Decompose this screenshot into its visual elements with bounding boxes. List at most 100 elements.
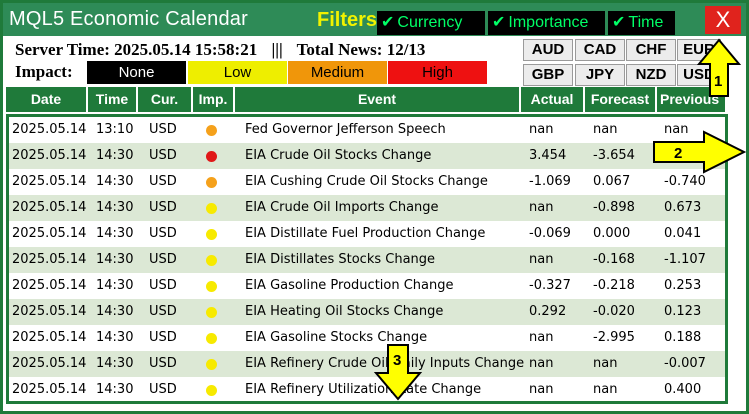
importance-dot-icon: [206, 229, 217, 240]
table-row[interactable]: 2025.05.14 14:30 USD EIA Crude Oil Imports …: [9, 195, 725, 221]
cell-currency: USD: [149, 148, 177, 163]
cell-actual: nan: [529, 330, 554, 345]
table-row[interactable]: 2025.05.14 14:30 USD EIA Refinery Crude Oil…: [9, 351, 725, 377]
cell-forecast: nan: [593, 382, 618, 397]
filter-importance-toggle[interactable]: ✔ Importance: [488, 11, 605, 35]
cell-previous: 0.041: [664, 226, 702, 241]
cell-forecast: nan: [593, 356, 618, 371]
cell-forecast: -0.218: [593, 278, 635, 293]
cell-forecast: nan: [593, 122, 618, 137]
column-header-date[interactable]: Date: [6, 87, 88, 112]
panel-title: MQL5 Economic Calendar: [9, 8, 248, 30]
column-header-actual[interactable]: Actual: [521, 87, 585, 112]
cell-actual: nan: [529, 382, 554, 397]
cell-previous: 0.188: [664, 330, 702, 345]
annotation-number-3: 3: [393, 352, 401, 369]
cell-actual: nan: [529, 200, 554, 215]
cell-date: 2025.05.14: [12, 382, 87, 397]
cell-actual: -0.327: [529, 278, 571, 293]
impact-label: Impact:: [15, 62, 73, 81]
table-row[interactable]: 2025.05.14 14:30 USD EIA Refinery Utilizati…: [9, 377, 725, 401]
close-button[interactable]: X: [705, 6, 741, 34]
cell-forecast: -0.898: [593, 200, 635, 215]
cell-currency: USD: [149, 330, 177, 345]
importance-dot-icon: [206, 203, 217, 214]
cell-currency: USD: [149, 382, 177, 397]
importance-dot-icon: [206, 307, 217, 318]
info-separator: |||: [271, 40, 283, 59]
importance-dot-icon: [206, 125, 217, 136]
cell-event: EIA Crude Oil Stocks Change: [245, 148, 432, 163]
cell-currency: USD: [149, 356, 177, 371]
importance-dot-icon: [206, 255, 217, 266]
annotation-number-2: 2: [674, 145, 682, 162]
cell-currency: USD: [149, 252, 177, 267]
table-row[interactable]: 2025.05.14 14:30 USD EIA Distillate Fuel Pr…: [9, 221, 725, 247]
cell-actual: -0.069: [529, 226, 571, 241]
filter-time-toggle[interactable]: ✔ Time: [608, 11, 675, 35]
cell-time: 13:10: [96, 122, 134, 137]
column-header-event[interactable]: Event: [235, 87, 521, 112]
cell-forecast: -0.020: [593, 304, 635, 319]
importance-dot-icon: [206, 333, 217, 344]
cell-time: 14:30: [96, 174, 134, 189]
filter-time-label: Time: [628, 14, 664, 31]
importance-dot-icon: [206, 151, 217, 162]
annotation-arrow-1: 1: [696, 38, 742, 97]
table-row[interactable]: 2025.05.14 14:30 USD EIA Cushing Crude Oil …: [9, 169, 725, 195]
table-row[interactable]: 2025.05.14 14:30 USD EIA Gasoline Productio…: [9, 273, 725, 299]
impact-low-button[interactable]: Low: [188, 61, 287, 84]
importance-dot-icon: [206, 359, 217, 370]
checkmark-icon: ✔: [381, 14, 395, 31]
annotation-arrow-2: 2: [653, 130, 747, 174]
column-header-currency[interactable]: Cur.: [138, 87, 193, 112]
cell-date: 2025.05.14: [12, 356, 87, 371]
cell-forecast: 0.000: [593, 226, 631, 241]
arrow-shape-2: [653, 130, 747, 174]
cell-date: 2025.05.14: [12, 174, 87, 189]
filter-importance-label: Importance: [508, 14, 589, 31]
cell-event: EIA Refinery Utilization Rate Change: [245, 382, 482, 397]
impact-high-button[interactable]: High: [388, 61, 487, 84]
currency-gbp-button[interactable]: GBP: [523, 64, 573, 86]
filter-currency-label: Currency: [397, 14, 463, 31]
cell-time: 14:30: [96, 330, 134, 345]
cell-previous: 0.673: [664, 200, 702, 215]
impact-none-button[interactable]: None: [87, 61, 186, 84]
table-row[interactable]: 2025.05.14 14:30 USD EIA Distillates Stocks…: [9, 247, 725, 273]
cell-event: EIA Heating Oil Stocks Change: [245, 304, 444, 319]
currency-nzd-button[interactable]: NZD: [626, 64, 676, 86]
cell-event: EIA Cushing Crude Oil Stocks Change: [245, 174, 488, 189]
title-bar[interactable]: MQL5 Economic Calendar Filters: ✔ Currenc…: [3, 3, 746, 36]
cell-time: 14:30: [96, 226, 134, 241]
currency-chf-button[interactable]: CHF: [626, 39, 676, 61]
column-header-forecast[interactable]: Forecast: [585, 87, 657, 112]
importance-dot-icon: [206, 177, 217, 188]
cell-date: 2025.05.14: [12, 278, 87, 293]
currency-aud-button[interactable]: AUD: [523, 39, 573, 61]
cell-time: 14:30: [96, 356, 134, 371]
cell-actual: nan: [529, 252, 554, 267]
cell-time: 14:30: [96, 200, 134, 215]
currency-jpy-button[interactable]: JPY: [575, 64, 625, 86]
importance-dot-icon: [206, 385, 217, 396]
column-header-time[interactable]: Time: [88, 87, 138, 112]
filter-currency-toggle[interactable]: ✔ Currency: [377, 11, 485, 35]
column-header-importance[interactable]: Imp.: [193, 87, 235, 112]
cell-previous: 0.123: [664, 304, 702, 319]
table-row[interactable]: 2025.05.14 14:30 USD EIA Heating Oil Stocks…: [9, 299, 725, 325]
table-row[interactable]: 2025.05.14 14:30 USD EIA Gasoline Stocks Ch…: [9, 325, 725, 351]
cell-date: 2025.05.14: [12, 200, 87, 215]
table-row[interactable]: 2025.05.14 14:30 USD EIA Crude Oil Stocks C…: [9, 143, 725, 169]
cell-currency: USD: [149, 174, 177, 189]
cell-forecast: 0.067: [593, 174, 631, 189]
cell-time: 14:30: [96, 252, 134, 267]
impact-medium-button[interactable]: Medium: [288, 61, 387, 84]
cell-previous: 0.253: [664, 278, 702, 293]
cell-date: 2025.05.14: [12, 122, 87, 137]
cell-event: EIA Gasoline Production Change: [245, 278, 454, 293]
cell-time: 14:30: [96, 304, 134, 319]
currency-cad-button[interactable]: CAD: [575, 39, 625, 61]
annotation-number-1: 1: [714, 73, 722, 90]
table-row[interactable]: 2025.05.14 13:10 USD Fed Governor Jefferson…: [9, 117, 725, 143]
